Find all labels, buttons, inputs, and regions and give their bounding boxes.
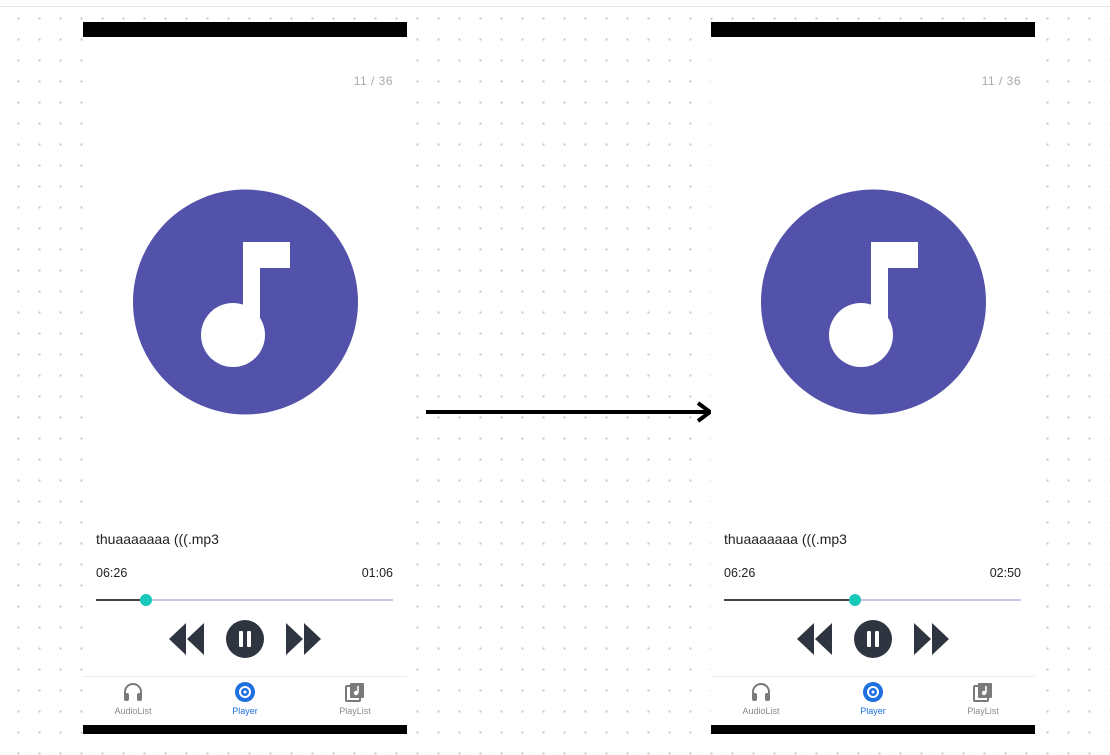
seek-bar[interactable] [724, 593, 1021, 607]
seek-thumb[interactable] [848, 594, 861, 606]
seek-fill [724, 599, 855, 601]
rewind-icon[interactable] [167, 619, 207, 659]
nav-player[interactable]: Player [205, 681, 285, 716]
nav-player[interactable]: Player [833, 681, 913, 716]
bottom-navigation: AudioList Player PlayList [83, 676, 407, 725]
status-bar [83, 22, 407, 37]
playlist-icon [345, 683, 364, 702]
nav-label: PlayList [967, 706, 999, 716]
time-elapsed: 06:26 [724, 566, 756, 580]
nav-label: Player [860, 706, 886, 716]
rewind-icon[interactable] [795, 619, 835, 659]
playback-controls [711, 619, 1035, 659]
player-screen-after: 11 / 36 thuaaaaaaa (((.mp3 06:26 02:50 A… [711, 22, 1035, 734]
nav-playlist[interactable]: PlayList [315, 681, 395, 716]
right-arrow-icon [426, 401, 714, 423]
playlist-icon [973, 683, 992, 702]
system-nav-bar [83, 725, 407, 734]
playback-controls [83, 619, 407, 659]
nav-label: PlayList [339, 706, 371, 716]
time-remaining: 02:50 [989, 566, 1021, 580]
track-counter: 11 / 36 [353, 74, 393, 88]
player-disc-icon [863, 682, 883, 702]
time-remaining: 01:06 [361, 566, 393, 580]
nav-audiolist[interactable]: AudioList [93, 681, 173, 716]
nav-audiolist[interactable]: AudioList [721, 681, 801, 716]
nav-label: Player [232, 706, 258, 716]
headphones-icon [752, 683, 770, 701]
bottom-navigation: AudioList Player PlayList [711, 676, 1035, 725]
top-divider [0, 6, 1110, 7]
player-screen-before: 11 / 36 thuaaaaaaa (((.mp3 06:26 01:06 A… [83, 22, 407, 734]
seek-thumb[interactable] [140, 594, 153, 606]
nav-label: AudioList [114, 706, 152, 716]
fast-forward-icon[interactable] [911, 619, 951, 659]
player-disc-icon [235, 682, 255, 702]
nav-playlist[interactable]: PlayList [943, 681, 1023, 716]
status-bar [711, 22, 1035, 37]
pause-icon[interactable] [225, 619, 265, 659]
seek-bar[interactable] [96, 593, 393, 607]
pause-icon[interactable] [853, 619, 893, 659]
headphones-icon [124, 683, 142, 701]
nav-label: AudioList [742, 706, 780, 716]
track-counter: 11 / 36 [981, 74, 1021, 88]
track-title: thuaaaaaaa (((.mp3 [724, 531, 847, 547]
time-elapsed: 06:26 [96, 566, 128, 580]
track-title: thuaaaaaaa (((.mp3 [96, 531, 219, 547]
seek-fill [96, 599, 147, 601]
fast-forward-icon[interactable] [283, 619, 323, 659]
system-nav-bar [711, 725, 1035, 734]
album-art [761, 189, 986, 415]
album-art [133, 189, 358, 415]
